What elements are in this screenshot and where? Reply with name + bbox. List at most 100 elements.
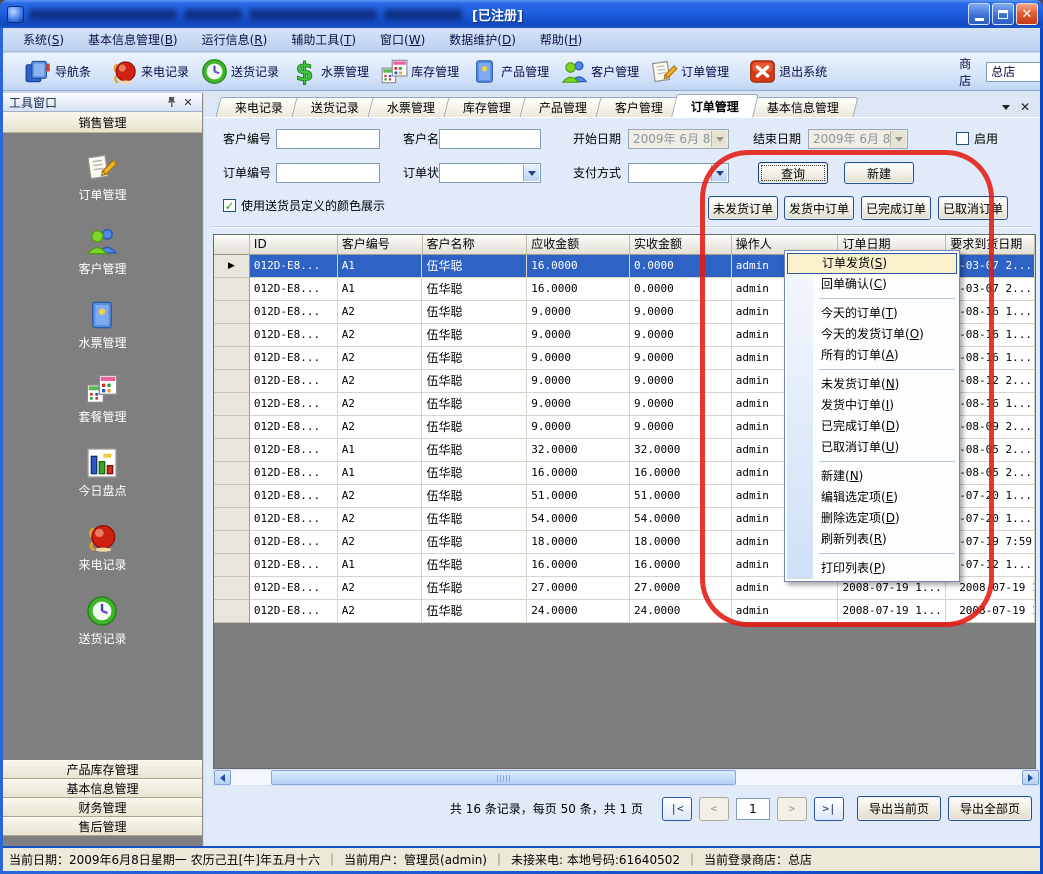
start-date-picker[interactable]: 2009年 6月 8日	[628, 129, 729, 149]
cell[interactable]: 16.0000	[630, 462, 732, 485]
close-tab-icon[interactable]: ✕	[1020, 100, 1030, 114]
end-date-dropdown-icon[interactable]	[890, 131, 906, 147]
cell[interactable]: 16.0000	[527, 278, 630, 301]
cell[interactable]: A2	[338, 531, 423, 554]
pay-method-dropdown-icon[interactable]	[711, 165, 727, 181]
order-status-select[interactable]	[439, 163, 541, 183]
cell[interactable]: 9.0000	[527, 370, 630, 393]
cell[interactable]: 伍华聪	[422, 416, 527, 439]
row-selector-cell[interactable]	[214, 531, 250, 554]
tab-产品管理[interactable]: 产品管理	[520, 97, 607, 117]
row-selector-cell[interactable]	[214, 301, 250, 324]
cell[interactable]: 伍华聪	[422, 393, 527, 416]
row-selector-cell[interactable]	[214, 485, 250, 508]
sidebar-item-今日盘点[interactable]: 今日盘点	[78, 447, 126, 499]
shop-select[interactable]: 总店	[986, 62, 1040, 82]
sidebar-item-送货记录[interactable]: 送货记录	[78, 595, 126, 647]
tab-list-dropdown-icon[interactable]	[1002, 105, 1010, 110]
cell[interactable]: 9.0000	[527, 393, 630, 416]
cell[interactable]: 24.0000	[630, 600, 732, 623]
status-filter-button-0[interactable]: 未发货订单	[708, 196, 778, 220]
cell[interactable]: 54.0000	[630, 508, 732, 531]
cell[interactable]: 54.0000	[527, 508, 630, 531]
maximize-button[interactable]	[992, 3, 1014, 25]
scrollbar-thumb[interactable]	[271, 770, 736, 785]
menubar-item-4[interactable]: 窗口(W)	[368, 28, 437, 51]
pay-method-select[interactable]	[628, 163, 729, 183]
sidebar-group-售后管理[interactable]: 售后管理	[3, 817, 202, 836]
cell[interactable]: 51.0000	[527, 485, 630, 508]
context-menu-item-8[interactable]: 发货中订单(I)	[787, 395, 957, 416]
cell[interactable]: A2	[338, 301, 423, 324]
cell[interactable]: 9.0000	[630, 301, 732, 324]
cell[interactable]: 012D-E8...	[250, 255, 338, 278]
cell[interactable]: 伍华聪	[422, 370, 527, 393]
menubar-item-6[interactable]: 帮助(H)	[528, 28, 594, 51]
column-header-客户编号[interactable]: 客户编号	[338, 235, 423, 255]
cell[interactable]: 012D-E8...	[250, 324, 338, 347]
cell[interactable]: 伍华聪	[422, 301, 527, 324]
start-date-dropdown-icon[interactable]	[711, 131, 727, 147]
context-menu-item-7[interactable]: 未发货订单(N)	[787, 374, 957, 395]
cell[interactable]: 18.0000	[527, 531, 630, 554]
row-selector-cell[interactable]	[214, 554, 250, 577]
cell[interactable]: 伍华聪	[422, 531, 527, 554]
end-date-picker[interactable]: 2009年 6月 8日	[808, 129, 908, 149]
cell[interactable]: A2	[338, 416, 423, 439]
menubar-item-2[interactable]: 运行信息(R)	[190, 28, 280, 51]
row-selector-cell[interactable]	[214, 278, 250, 301]
cell[interactable]: A1	[338, 439, 423, 462]
menubar-item-5[interactable]: 数据维护(D)	[437, 28, 528, 51]
cell[interactable]: 012D-E8...	[250, 278, 338, 301]
row-selector-cell[interactable]	[214, 508, 250, 531]
sidebar-group-产品库存管理[interactable]: 产品库存管理	[3, 760, 202, 779]
table-row[interactable]: 012D-E8...A2伍华聪24.000024.0000admin2008-0…	[214, 600, 1035, 623]
query-button[interactable]: 查询	[758, 162, 828, 184]
cell[interactable]: A1	[338, 462, 423, 485]
cell[interactable]: 27.0000	[527, 577, 630, 600]
cell[interactable]: 伍华聪	[422, 462, 527, 485]
status-filter-button-3[interactable]: 已取消订单	[938, 196, 1008, 220]
cell[interactable]: 27.0000	[630, 577, 732, 600]
cell[interactable]: 012D-E8...	[250, 462, 338, 485]
cell[interactable]: 伍华聪	[422, 278, 527, 301]
cell[interactable]: 24.0000	[527, 600, 630, 623]
toolbar-button-0[interactable]: 导航条	[19, 56, 97, 87]
cell[interactable]: 伍华聪	[422, 347, 527, 370]
cell[interactable]: 9.0000	[630, 324, 732, 347]
cell[interactable]: A2	[338, 347, 423, 370]
context-menu-item-10[interactable]: 已取消订单(U)	[787, 437, 957, 458]
cell[interactable]: 16.0000	[630, 554, 732, 577]
context-menu-item-0[interactable]: 订单发货(S)	[787, 253, 957, 274]
column-header-ID[interactable]: ID	[250, 235, 338, 255]
toolbar-button-4[interactable]: 库存管理	[375, 56, 465, 87]
column-header-客户名称[interactable]: 客户名称	[423, 235, 528, 255]
tab-基本信息管理[interactable]: 基本信息管理	[748, 97, 859, 117]
row-selector-cell[interactable]	[214, 462, 250, 485]
order-status-dropdown-icon[interactable]	[523, 165, 539, 181]
cell[interactable]: 伍华聪	[422, 508, 527, 531]
new-button[interactable]: 新建	[844, 162, 914, 184]
cell[interactable]: 012D-E8...	[250, 600, 338, 623]
row-selector-cell[interactable]	[214, 370, 250, 393]
row-selector-cell[interactable]	[214, 600, 250, 623]
cell[interactable]: A2	[338, 370, 423, 393]
sidebar-group-header[interactable]: 销售管理	[3, 112, 202, 133]
cell[interactable]: 012D-E8...	[250, 301, 338, 324]
cell[interactable]: 012D-E8...	[250, 347, 338, 370]
export-current-page-button[interactable]: 导出当前页	[857, 796, 941, 821]
next-page-button[interactable]: >	[777, 797, 807, 821]
cell[interactable]: 9.0000	[630, 416, 732, 439]
scroll-left-icon[interactable]	[214, 770, 231, 785]
context-menu-item-14[interactable]: 删除选定项(D)	[787, 508, 957, 529]
context-menu-item-4[interactable]: 今天的发货订单(O)	[787, 324, 957, 345]
cell[interactable]: 012D-E8...	[250, 393, 338, 416]
sidebar-group-基本信息管理[interactable]: 基本信息管理	[3, 779, 202, 798]
tab-库存管理[interactable]: 库存管理	[444, 97, 531, 117]
cell[interactable]: 012D-E8...	[250, 508, 338, 531]
menubar-item-1[interactable]: 基本信息管理(B)	[76, 28, 190, 51]
cell[interactable]: A2	[338, 393, 423, 416]
cell[interactable]: 0.0000	[630, 255, 732, 278]
sidebar-item-套餐管理[interactable]: 套餐管理	[78, 373, 126, 425]
first-page-button[interactable]: |<	[662, 797, 692, 821]
